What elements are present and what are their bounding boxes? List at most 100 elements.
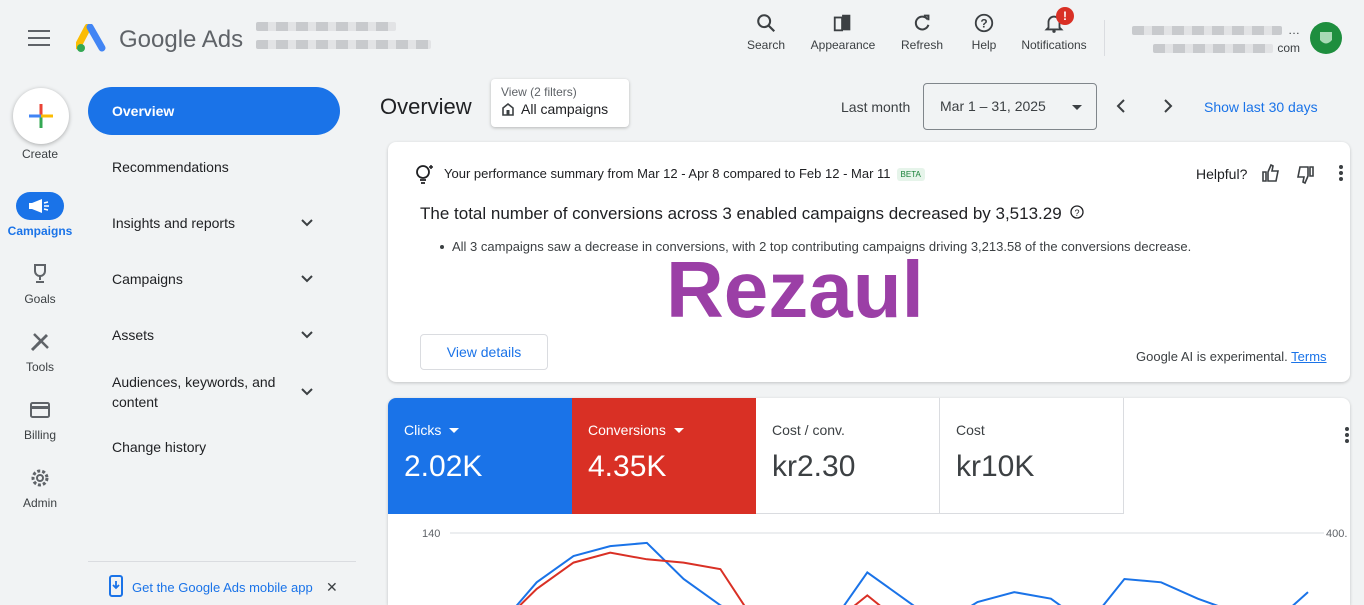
performance-summary-card: Your performance summary from Mar 12 - A… [388, 142, 1350, 382]
thumbs-down-icon[interactable] [1294, 164, 1316, 186]
svg-text:?: ? [1075, 208, 1080, 218]
create-button[interactable] [13, 88, 69, 144]
trophy-icon[interactable] [28, 262, 52, 286]
nav-audiences[interactable]: Audiences, keywords, and content [88, 371, 340, 413]
nav-recommendations[interactable]: Recommendations [88, 157, 340, 177]
nav-insights-label: Insights and reports [112, 215, 235, 231]
summary-text: Your performance summary from Mar 12 - A… [444, 166, 891, 181]
nav-audiences-label: Audiences, keywords, and content [112, 374, 276, 410]
help-label: Help [971, 38, 997, 52]
metric-label: Cost [956, 422, 985, 438]
nav-change-history-label: Change history [112, 439, 207, 455]
notifications-label: Notifications [1021, 38, 1087, 52]
main-content: Overview View (2 filters) All campaigns … [372, 79, 1364, 605]
avatar-shield-icon [1320, 32, 1332, 44]
summary-headline-text: The total number of conversions across 3… [420, 204, 1062, 223]
metric-label: Conversions [588, 422, 666, 438]
account-switcher[interactable]: … com [1118, 22, 1300, 58]
y-axis-left-top-label: 140 [422, 528, 440, 540]
megaphone-icon [29, 199, 49, 213]
account-line1: … [1288, 23, 1300, 37]
plus-icon [29, 104, 53, 128]
date-range-picker[interactable]: Mar 1 – 31, 2025 [923, 83, 1097, 130]
toolbar-divider [1104, 20, 1105, 56]
appearance-button[interactable]: Appearance [806, 12, 880, 52]
terms-link[interactable]: Terms [1291, 349, 1326, 364]
top-bar: Google Ads Search Appearance Refresh ? H… [0, 0, 1364, 80]
account-line2: com [1277, 41, 1300, 55]
performance-line-chart: 140 400. [422, 528, 1347, 605]
refresh-button[interactable]: Refresh [895, 12, 949, 52]
nav-overview[interactable]: Overview [88, 87, 340, 135]
view-filter-count: View (2 filters) [501, 85, 577, 99]
search-label: Search [746, 38, 786, 52]
brand-name: Google Ads [119, 26, 244, 53]
gear-icon[interactable] [28, 466, 52, 490]
close-icon[interactable]: ✕ [326, 579, 338, 596]
mobile-app-link[interactable]: Get the Google Ads mobile app [132, 580, 313, 595]
help-button[interactable]: ? Help [962, 12, 1006, 52]
store-icon [502, 102, 514, 116]
metric-label: Cost / conv. [772, 422, 845, 438]
side-nav: Overview Recommendations Insights and re… [88, 80, 356, 605]
page-title: Overview [380, 94, 472, 119]
goals-label: Goals [24, 292, 56, 306]
y-axis-right-top-label: 400. [1326, 528, 1347, 540]
nav-campaigns-label: Campaigns [112, 271, 183, 287]
metric-value: 4.35K [588, 450, 667, 483]
dropdown-arrow-icon [673, 427, 684, 433]
menu-icon[interactable] [28, 30, 50, 48]
appearance-icon [833, 14, 851, 32]
nav-assets[interactable]: Assets [88, 325, 340, 345]
chevron-left-icon[interactable] [1113, 98, 1129, 114]
show-last-30-days-link[interactable]: Show last 30 days [1204, 99, 1318, 115]
metric-tile-clicks[interactable]: Clicks 2.02K [388, 398, 572, 514]
help-outline-icon[interactable]: ? [1070, 205, 1085, 219]
ai-disclaimer: Google AI is experimental. Terms [1136, 349, 1327, 364]
date-range-value: Mar 1 – 31, 2025 [940, 98, 1046, 114]
view-filter-selector[interactable]: View (2 filters) All campaigns [491, 79, 629, 127]
dropdown-arrow-icon [449, 427, 460, 433]
ai-note-text: Google AI is experimental. [1136, 349, 1288, 364]
billing-label: Billing [23, 428, 56, 442]
metric-tile-cost-per-conv[interactable]: Cost / conv. kr2.30 [756, 398, 940, 514]
nav-campaigns[interactable]: Campaigns [88, 269, 340, 289]
beta-badge: BETA [896, 168, 925, 182]
campaigns-rail-item[interactable] [16, 192, 64, 220]
nav-overview-label: Overview [112, 103, 175, 119]
nav-change-history[interactable]: Change history [88, 437, 340, 457]
refresh-icon [914, 14, 930, 31]
nav-assets-label: Assets [112, 327, 155, 343]
notification-badge: ! [1056, 7, 1074, 25]
lightbulb-sparkle-icon [416, 165, 433, 184]
billing-card-icon[interactable] [28, 398, 52, 422]
dropdown-arrow-icon [1072, 105, 1082, 110]
nav-recommendations-label: Recommendations [112, 159, 229, 175]
metric-tile-cost[interactable]: Cost kr10K [940, 398, 1124, 514]
admin-label: Admin [22, 496, 57, 510]
help-icon: ? [974, 13, 994, 33]
more-vert-icon[interactable] [1338, 164, 1344, 182]
view-details-button[interactable]: View details [420, 334, 548, 370]
nav-insights-and-reports[interactable]: Insights and reports [88, 213, 340, 233]
google-ads-logo [76, 24, 106, 52]
metric-value: 2.02K [404, 450, 483, 483]
mobile-app-promo: Get the Google Ads mobile app ✕ [88, 561, 356, 605]
metric-tile-conversions[interactable]: Conversions 4.35K [572, 398, 756, 514]
metrics-panel: Clicks 2.02K Conversions 4.35K Cost / co… [388, 398, 1350, 605]
chevron-down-icon [301, 275, 313, 283]
view-filter-value: All campaigns [521, 101, 609, 117]
notifications-button[interactable]: ! Notifications [1014, 7, 1094, 52]
campaigns-label: Campaigns [7, 224, 73, 238]
chart-series-line-1 [518, 551, 881, 605]
avatar[interactable] [1310, 22, 1342, 54]
more-vert-icon[interactable] [1344, 426, 1350, 444]
chevron-down-icon [301, 388, 313, 396]
thumbs-up-icon[interactable] [1260, 162, 1282, 184]
metric-value: kr10K [956, 450, 1035, 483]
create-label: Create [21, 147, 59, 161]
tools-icon[interactable] [28, 330, 52, 354]
search-icon [757, 14, 776, 33]
search-button[interactable]: Search [740, 12, 792, 52]
chevron-right-icon[interactable] [1160, 98, 1176, 114]
